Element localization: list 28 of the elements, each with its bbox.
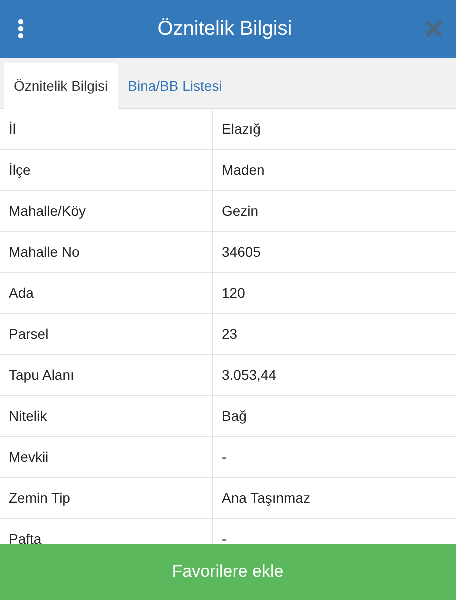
table-cell-text: Elazığ [221, 120, 262, 139]
window-title: Öznitelik Bilgisi [158, 18, 292, 40]
table-cell-text: 3.053,44 [221, 366, 278, 385]
table-cell-text: 120 [221, 284, 246, 303]
table-cell-text: - [221, 530, 228, 544]
close-icon [426, 21, 442, 37]
table-cell: Ada [0, 273, 213, 313]
table-cell: Mevkii [0, 437, 213, 477]
table-cell: İlçe [0, 150, 213, 190]
table-cell-text: Maden [221, 161, 266, 180]
table-cell: Mahalle/Köy [0, 191, 213, 231]
table-cell: Parsel [0, 314, 213, 354]
table-cell: İl [0, 109, 213, 149]
menu-icon [18, 19, 24, 39]
table-cell-text: Bağ [221, 407, 248, 426]
table-cell-text: 23 [221, 325, 239, 344]
tab[interactable]: Öznitelik Bilgisi [4, 63, 118, 109]
table-cell: Zemin Tip [0, 478, 213, 518]
tab[interactable]: Bina/BB Listesi [118, 63, 232, 109]
table-cell-text: Ana Taşınmaz [221, 489, 312, 508]
table-cell: Mahalle No [0, 232, 213, 272]
table-cell: Tapu Alanı [0, 355, 213, 395]
table-cell-text: Gezin [221, 202, 260, 221]
table-cell-text: 34605 [221, 243, 262, 262]
table-cell: Nitelik [0, 396, 213, 436]
menu-button[interactable] [18, 19, 24, 39]
table-cell-text: - [221, 448, 228, 467]
add-favorites-button[interactable]: Favorilere ekle [0, 544, 456, 600]
